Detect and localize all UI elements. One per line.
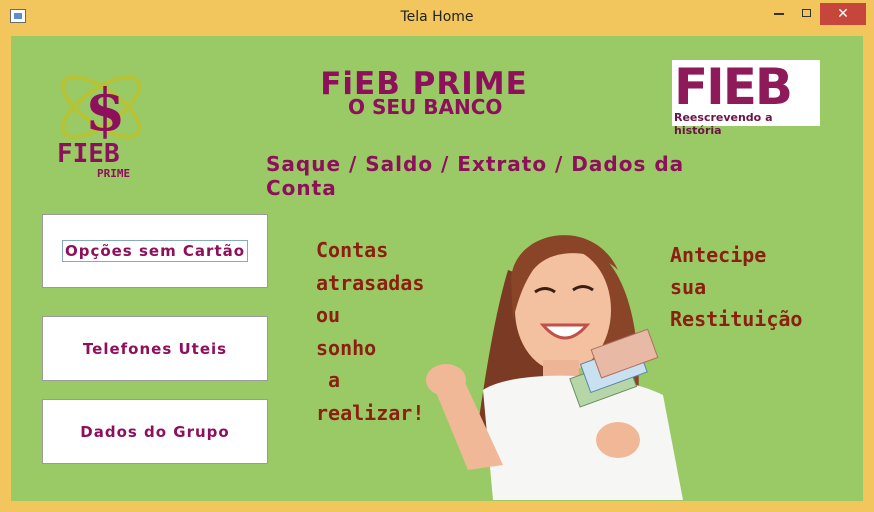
- maximize-button[interactable]: [792, 3, 822, 25]
- left-logo-text: FIEB: [57, 139, 120, 169]
- logo-tagline: Reescrevendo a história: [674, 111, 773, 137]
- minimize-icon: [774, 13, 784, 15]
- useful-phones-button[interactable]: Telefones Uteis: [42, 316, 268, 381]
- close-button[interactable]: ✕: [820, 3, 866, 25]
- options-without-card-label: Opções sem Cartão: [61, 240, 249, 262]
- minimize-button[interactable]: [762, 3, 794, 25]
- home-panel: $ FIEB PRIME FiEB PRIME O SEU BANCO FIEB…: [11, 36, 863, 501]
- fieb-logo: FIEB Reescrevendo a história: [672, 58, 820, 137]
- fieb-mark-icon: FIEB: [672, 58, 820, 116]
- brand-subtitle: O SEU BANCO: [348, 95, 503, 119]
- left-logo-sub: PRIME: [97, 167, 130, 180]
- options-without-card-button[interactable]: Opções sem Cartão: [42, 214, 268, 288]
- promo-right-text: Antecipe sua Restituição: [670, 243, 803, 331]
- fieb-prime-logo: $ FIEB PRIME: [57, 75, 142, 180]
- services-line: Saque / Saldo / Extrato / Dados da Conta: [266, 152, 685, 200]
- group-data-button[interactable]: Dados do Grupo: [42, 399, 268, 464]
- right-logo-text: FIEB: [674, 60, 791, 110]
- window-title: Tela Home: [400, 9, 474, 25]
- title-bar: Tela Home ✕: [0, 0, 874, 32]
- maximize-icon: [802, 9, 811, 17]
- app-window: Tela Home ✕ $ FIEB PRIME FiEB PRIME O SE…: [0, 0, 874, 512]
- woman-with-money-image: [426, 235, 683, 500]
- svg-text:$: $: [85, 76, 125, 144]
